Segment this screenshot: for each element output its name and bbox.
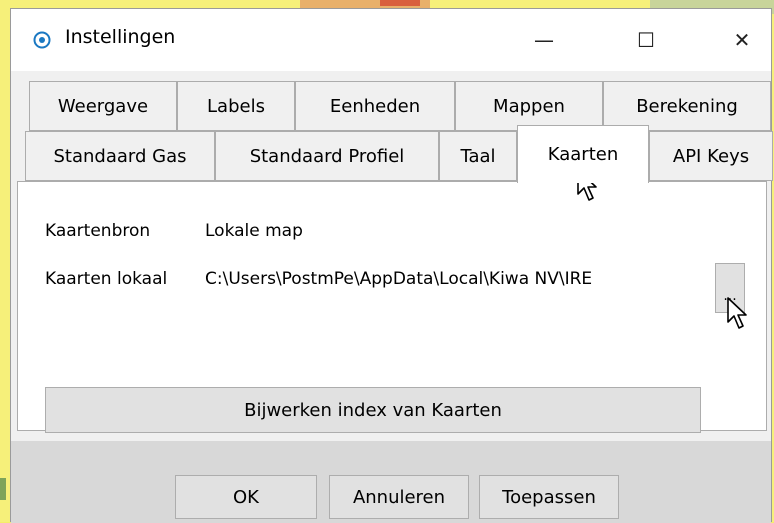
apply-button[interactable]: Toepassen: [479, 475, 619, 519]
background-patch: [0, 478, 6, 500]
tab-standaard-gas[interactable]: Standaard Gas: [25, 131, 215, 181]
dialog-footer: OK Annuleren Toepassen: [11, 441, 771, 523]
tab-strip: Weergave Labels Eenheden Mappen Berekeni…: [11, 71, 773, 195]
tab-berekening[interactable]: Berekening: [603, 81, 771, 131]
title-bar[interactable]: Instellingen — ☐ ✕: [11, 9, 771, 71]
kaartenbron-value[interactable]: Lokale map: [205, 221, 303, 241]
minimize-button[interactable]: —: [515, 9, 573, 71]
cancel-button[interactable]: Annuleren: [329, 475, 469, 519]
window-title: Instellingen: [65, 26, 176, 48]
tab-labels[interactable]: Labels: [177, 81, 295, 131]
tab-weergave[interactable]: Weergave: [29, 81, 177, 131]
kaartenbron-label: Kaartenbron: [45, 221, 151, 241]
update-index-button[interactable]: Bijwerken index van Kaarten: [45, 387, 701, 433]
maximize-button[interactable]: ☐: [617, 9, 675, 71]
kaarten-lokaal-label: Kaarten lokaal: [45, 269, 168, 289]
ok-button[interactable]: OK: [175, 475, 317, 519]
tab-eenheden[interactable]: Eenheden: [295, 81, 455, 131]
background-patch: [380, 0, 420, 6]
tab-mappen[interactable]: Mappen: [455, 81, 603, 131]
settings-circle-icon: [33, 31, 51, 49]
settings-dialog: Instellingen — ☐ ✕ Weergave Labels Eenhe…: [10, 8, 773, 523]
tab-api-keys[interactable]: API Keys: [649, 131, 773, 181]
tab-taal[interactable]: Taal: [439, 131, 517, 181]
browse-button[interactable]: ...: [715, 263, 745, 313]
tab-standaard-profiel[interactable]: Standaard Profiel: [215, 131, 439, 181]
close-button[interactable]: ✕: [713, 9, 771, 71]
kaarten-lokaal-path[interactable]: C:\Users\PostmPe\AppData\Local\Kiwa NV\I…: [205, 269, 705, 289]
tab-kaarten[interactable]: Kaarten: [517, 125, 649, 183]
